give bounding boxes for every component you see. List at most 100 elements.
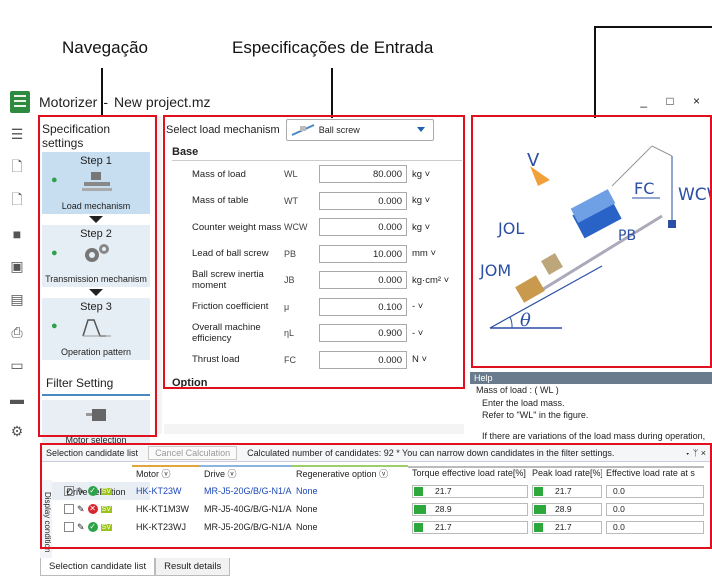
nav-scrollbar[interactable] xyxy=(154,116,162,434)
edit-icon[interactable]: ✎ xyxy=(77,486,85,497)
chevron-down-icon xyxy=(416,127,425,132)
candidate-rows: ✓ ✎ ✓ SV HK-KT23W MR-J5-20G/B/G-N1/A None 21.7 2… xyxy=(40,482,712,536)
step-number: Step 2 xyxy=(80,228,112,240)
col-drive[interactable]: Drive ⓥ xyxy=(200,464,292,480)
help-title: Help xyxy=(470,372,712,384)
settings-gear-icon[interactable]: ⚙ xyxy=(0,415,34,448)
row-checkbox[interactable]: ✓ xyxy=(64,486,74,496)
ball-screw-icon xyxy=(291,124,315,136)
servo-sv-icon: SV xyxy=(100,487,112,495)
param-row: Ball screw inertia moment JB 0.000 kg·cm² ˅ xyxy=(164,267,464,294)
row-checkbox[interactable] xyxy=(64,522,74,532)
step-2-transmission[interactable]: Step 2 ● Transmission mechanism xyxy=(42,225,150,287)
col-regen[interactable]: Regenerative option ⓥ xyxy=(292,464,408,480)
bottom-tab-bar: Selection candidate list Result details xyxy=(40,558,231,576)
param-value-input[interactable]: 10.000 xyxy=(319,244,407,263)
input-hscrollbar[interactable] xyxy=(164,424,464,434)
window-controls[interactable]: _ □ × xyxy=(640,94,708,108)
torque-rate-bar: 21.7 xyxy=(412,520,528,534)
motor-selection-button[interactable]: Motor selection xyxy=(42,400,150,448)
navigation-pane: Specification settings Step 1 ● Load mec… xyxy=(38,116,154,500)
param-name: Thrust load xyxy=(192,354,240,366)
param-unit-select[interactable]: kg ˅ xyxy=(407,195,430,206)
step-arrow-icon xyxy=(89,216,103,223)
left-toolbar: ☰ 🗋 🗋 ■ ▣ ▤ ⎙ ▭ ▬ ⚙ xyxy=(0,118,34,458)
display-condition-tab[interactable]: Display condition xyxy=(40,480,52,566)
cell-motor: HK-KT23W xyxy=(136,486,182,496)
base-section-header: Base xyxy=(172,146,462,161)
param-value-input[interactable]: 0.000 xyxy=(319,218,407,237)
cancel-calculation-button[interactable]: Cancel Calculation xyxy=(148,445,238,460)
manual-book-icon[interactable]: ▭ xyxy=(0,349,34,382)
tab-selection-candidate-list[interactable]: Selection candidate list xyxy=(40,558,156,576)
tab-result-details[interactable]: Result details xyxy=(155,558,231,576)
mech-select-value: Ball screw xyxy=(318,125,360,135)
mech-select-dropdown[interactable]: Ball screw xyxy=(285,119,434,141)
row-checkbox[interactable] xyxy=(64,504,74,514)
param-row: Lead of ball screw PB 10.000 mm ˅ xyxy=(164,241,464,268)
param-value-input[interactable]: 0.000 xyxy=(319,350,407,369)
param-unit-select[interactable]: - ˅ xyxy=(407,328,423,339)
param-symbol: WCW xyxy=(284,222,308,233)
param-unit-select[interactable]: kg ˅ xyxy=(407,169,430,180)
edit-icon[interactable]: ✎ xyxy=(77,504,85,515)
col-effective-rate[interactable]: Effective load rate at s xyxy=(602,466,704,478)
col-motor[interactable]: Motor ⓥ xyxy=(132,464,200,480)
toolbox-icon[interactable]: ▬ xyxy=(0,382,34,415)
check-icon: ● xyxy=(51,320,58,332)
param-name: Counter weight mass xyxy=(192,221,282,233)
param-unit-select[interactable]: - ˅ xyxy=(407,301,423,312)
col-peak-rate[interactable]: Peak load rate[%] xyxy=(528,466,602,478)
menu-icon[interactable]: ☰ xyxy=(0,118,34,151)
table-row[interactable]: ✎ ✕ SV HK-KT1M3W MR-J5-40G/B/G-N1/A None 28.9 2… xyxy=(40,500,712,518)
param-list: Mass of load WL 80.000 kg ˅ Mass of table WT 0… xyxy=(164,161,464,373)
param-unit-select[interactable]: N ˅ xyxy=(407,354,427,365)
step-label: Operation pattern xyxy=(60,347,132,357)
param-value-input[interactable]: 0.900 xyxy=(319,324,407,343)
cell-regen: None xyxy=(296,486,318,496)
cell-eff: 0.0 xyxy=(613,503,625,514)
motor-icon xyxy=(86,409,106,421)
param-value-input[interactable]: 0.100 xyxy=(319,297,407,316)
param-symbol: PB xyxy=(284,248,297,259)
col-torque-rate[interactable]: Torque effective load rate[%] xyxy=(408,466,528,478)
param-value-input[interactable]: 0.000 xyxy=(319,191,407,210)
param-unit-select[interactable]: kg·cm² ˅ xyxy=(407,275,449,286)
param-name: Friction coefficient xyxy=(192,301,269,313)
effective-rate-box: 0.0 xyxy=(606,502,704,516)
edit-icon[interactable]: ✎ xyxy=(77,522,85,533)
param-row: Mass of table WT 0.000 kg ˅ xyxy=(164,188,464,215)
candidate-panel: Selection candidate list Cancel Calculat… xyxy=(40,444,712,566)
table-row[interactable]: ✎ ✓ SV HK-KT23WJ MR-J5-20G/B/G-N1/A None 21.7 2… xyxy=(40,518,712,536)
new-file-alt-icon[interactable]: 🗋 xyxy=(0,184,34,217)
print-icon[interactable]: ⎙ xyxy=(0,316,34,349)
cell-torque: 21.7 xyxy=(435,485,452,496)
save-icon[interactable]: ▣ xyxy=(0,250,34,283)
param-symbol: JB xyxy=(284,275,295,286)
mech-select-label: Select load mechanism xyxy=(166,124,280,136)
open-folder-icon[interactable]: ■ xyxy=(0,217,34,250)
cell-torque: 28.9 xyxy=(435,503,452,514)
param-name: Overall machine efficiency xyxy=(192,322,261,345)
param-unit-select[interactable]: kg ˅ xyxy=(407,222,430,233)
cell-torque: 21.7 xyxy=(435,521,452,532)
cell-peak: 28.9 xyxy=(555,503,572,514)
param-unit-select[interactable]: mm ˅ xyxy=(407,248,436,259)
label-jol: JOL xyxy=(497,219,524,238)
step-3-operation-pattern[interactable]: Step 3 ● Operation pattern xyxy=(42,298,150,360)
panel-controls[interactable]: ▾ ᛘ × xyxy=(685,448,712,458)
param-value-input[interactable]: 0.000 xyxy=(319,271,407,290)
cell-peak: 21.7 xyxy=(555,521,572,532)
step-1-load-mechanism[interactable]: Step 1 ● Load mechanism xyxy=(42,152,150,214)
cell-motor: HK-KT23WJ xyxy=(136,522,187,532)
param-value-input[interactable]: 80.000 xyxy=(319,165,407,184)
table-row[interactable]: ✓ ✎ ✓ SV HK-KT23W MR-J5-20G/B/G-N1/A None 21.7 2… xyxy=(40,482,712,500)
help-line-2: Enter the load mass. xyxy=(482,397,565,408)
check-icon: ● xyxy=(51,247,58,259)
annotation-navigation: Navegação xyxy=(62,38,149,57)
grid-header: Motor ⓥ Drive ⓥ Regenerative option ⓥ To… xyxy=(40,462,712,482)
new-file-icon[interactable]: 🗋 xyxy=(0,151,34,184)
param-row: Thrust load FC 0.000 N ˅ xyxy=(164,347,464,374)
save-as-icon[interactable]: ▤ xyxy=(0,283,34,316)
label-theta: θ xyxy=(520,310,531,331)
